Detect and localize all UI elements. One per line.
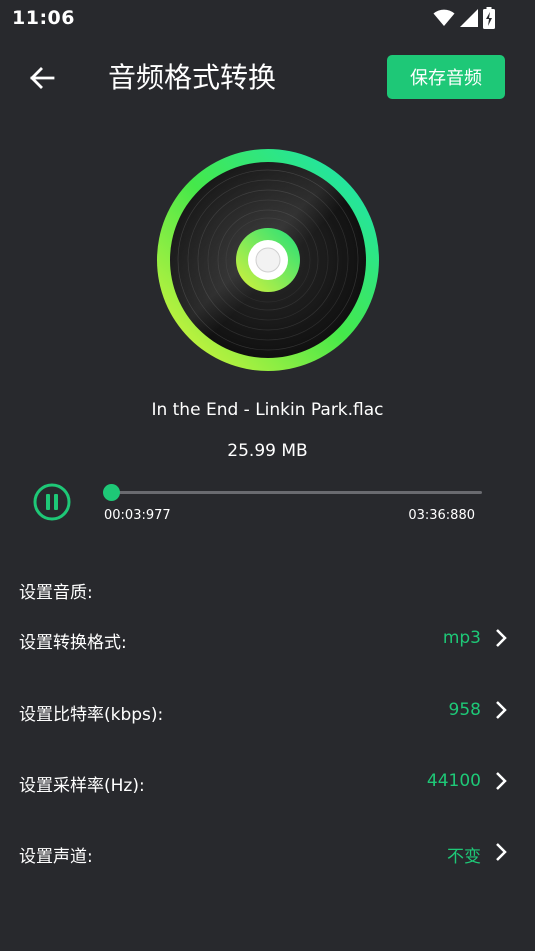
vinyl-disc-graphic [157,149,379,371]
vinyl-disc [156,148,380,372]
setting-value: mp3 [442,628,481,648]
pause-button[interactable] [33,483,71,521]
save-audio-button[interactable]: 保存音频 [387,55,505,99]
arrow-left-icon [30,67,55,89]
chevron-right-icon [496,772,507,790]
progress-slider[interactable] [102,484,482,501]
progress-thumb[interactable] [102,484,120,501]
chevron-right-icon [496,701,507,719]
status-time: 11:06 [12,7,75,29]
signal-icon [460,9,478,27]
file-size: 25.99 MB [227,441,308,461]
wifi-icon [433,9,455,26]
current-time: 00:03:977 [104,508,171,523]
chevron-right-icon [496,843,507,861]
audio-convert-screen: 11:06 音频格式转换 保存音频 In the End - Linkin Pa… [0,0,535,951]
setting-label: 设置转换格式: [19,633,127,653]
setting-value: 958 [448,700,481,720]
back-button[interactable] [24,60,60,96]
setting-value: 44100 [426,771,481,791]
quality-section-title: 设置音质: [19,583,93,603]
status-bar: 11:06 [0,0,535,36]
status-icons [433,7,495,29]
setting-label: 设置比特率(kbps): [19,705,164,725]
header: 音频格式转换 保存音频 [0,48,535,108]
setting-row-sample-rate[interactable]: 设置采样率(Hz): 44100 [0,757,535,805]
chevron-right-icon [496,629,507,647]
file-name: In the End - Linkin Park.flac [151,400,384,420]
setting-label: 设置采样率(Hz): [19,776,145,796]
setting-row-format[interactable]: 设置转换格式: mp3 [0,614,535,662]
setting-row-bitrate[interactable]: 设置比特率(kbps): 958 [0,686,535,734]
setting-label: 设置声道: [19,847,93,867]
page-title: 音频格式转换 [108,61,277,94]
setting-value: 不变 [447,847,481,867]
setting-row-channel[interactable]: 设置声道: 不变 [0,828,535,876]
battery-charging-icon [483,7,495,29]
pause-icon [33,483,71,521]
total-time: 03:36:880 [408,508,475,523]
